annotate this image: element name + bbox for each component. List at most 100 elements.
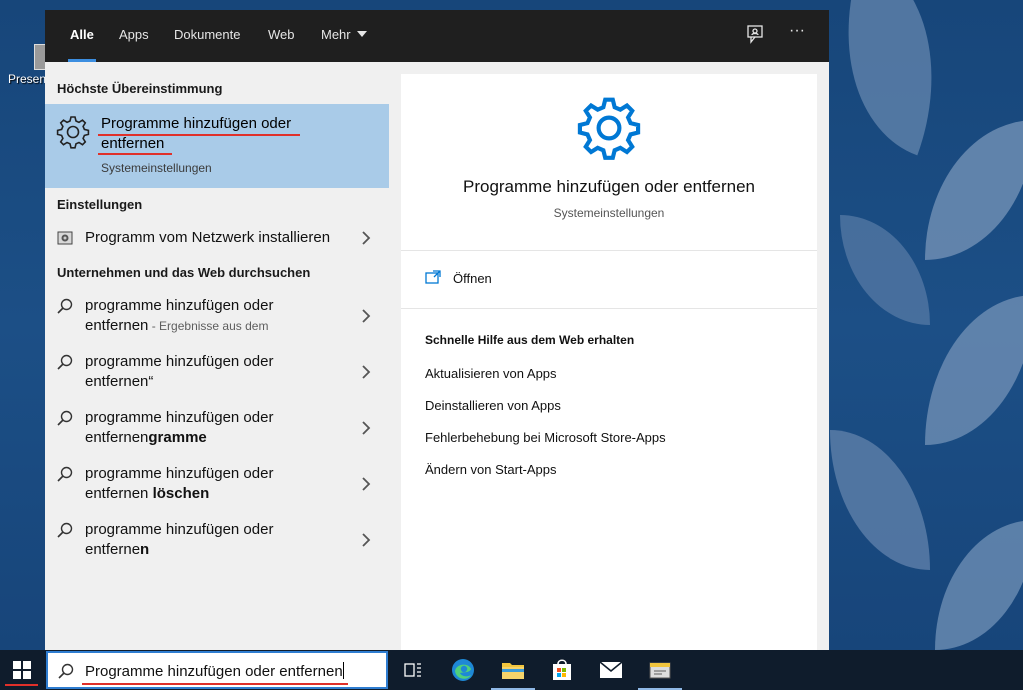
help-link[interactable]: Deinstallieren von Apps <box>425 398 561 413</box>
chevron-right-icon <box>362 477 371 491</box>
settings-app-button[interactable] <box>636 650 684 690</box>
wallpaper-leaf <box>830 430 930 570</box>
edge-button[interactable] <box>439 650 487 690</box>
divider <box>401 250 817 251</box>
web-suggestion[interactable]: programme hinzufügen oder entfernen <box>45 512 389 568</box>
task-view-button[interactable] <box>389 650 437 690</box>
red-underline <box>5 684 38 686</box>
desktop-shortcut-label: Present <box>8 72 50 86</box>
section-settings: Einstellungen <box>57 197 143 212</box>
chevron-right-icon <box>362 231 371 245</box>
file-explorer-icon <box>502 663 524 679</box>
search-icon <box>57 466 73 482</box>
section-best-match: Höchste Übereinstimmung <box>57 81 223 96</box>
chevron-right-icon <box>362 533 371 547</box>
mail-icon <box>599 661 623 678</box>
suggestion-line1: programme hinzufügen oder <box>85 465 274 482</box>
web-suggestion[interactable]: programme hinzufügen oder entfernen lösc… <box>45 456 389 512</box>
tab-web[interactable]: Web <box>268 10 295 62</box>
results-list: Höchste Übereinstimmung Programme hinzuf… <box>45 62 389 650</box>
best-match-result[interactable]: Programme hinzufügen oder entfernen Syst… <box>45 104 389 188</box>
taskbar: Programme hinzufügen oder entfernen <box>0 650 1023 690</box>
preview-subtitle: Systemeinstellungen <box>553 206 665 220</box>
web-suggestion-text: programme hinzufügen oder entfernen“ <box>85 352 345 392</box>
best-match-subtitle: Systemeinstellungen <box>101 161 212 175</box>
wallpaper-leaf <box>935 520 1023 650</box>
web-suggestion-text: programme hinzufügen oder entfernen - Er… <box>85 296 345 336</box>
search-icon <box>57 298 73 314</box>
web-suggestion[interactable]: programme hinzufügen oder entfernengramm… <box>45 400 389 456</box>
search-input-value: Programme hinzufügen oder entfernen <box>85 662 344 680</box>
suggestion-line1: programme hinzufügen oder <box>85 297 274 314</box>
suggestion-bold: n <box>140 541 150 558</box>
web-suggestion-text: programme hinzufügen oder entfernengramm… <box>85 408 345 448</box>
web-suggestion-text: programme hinzufügen oder entfernen lösc… <box>85 464 345 504</box>
help-heading: Schnelle Hilfe aus dem Web erhalten <box>425 333 635 347</box>
store-icon <box>553 659 571 680</box>
chevron-down-icon <box>356 31 367 37</box>
settings-app-icon <box>649 662 671 679</box>
suggestion-line1: programme hinzufügen oder <box>85 409 274 426</box>
search-icon <box>57 522 73 538</box>
suggestion-bold: gramme <box>148 429 207 446</box>
red-underline <box>82 683 348 685</box>
red-underline <box>98 153 172 155</box>
suggestion-line2: entfernen <box>85 485 153 502</box>
preview-pane: Programme hinzufügen oder entfernen Syst… <box>401 74 817 650</box>
suggestion-line2: entfernen <box>85 429 149 446</box>
tab-mehr-label: Mehr <box>321 27 351 42</box>
suggestion-line1: programme hinzufügen oder <box>85 353 274 370</box>
task-view-icon <box>404 663 421 677</box>
feedback-icon[interactable] <box>743 24 767 48</box>
wallpaper-leaf <box>840 215 930 325</box>
more-options-icon[interactable]: ··· <box>785 23 809 48</box>
search-value-text: Programme hinzufügen oder entfernen <box>85 663 343 680</box>
network-install-icon <box>57 231 73 245</box>
gear-icon <box>56 116 90 149</box>
chevron-right-icon <box>362 309 371 323</box>
tab-mehr[interactable]: Mehr <box>321 10 367 62</box>
chevron-right-icon <box>362 365 371 379</box>
suggestion-suffix: - Ergebnisse aus dem <box>148 319 269 333</box>
tab-alle[interactable]: Alle <box>68 10 96 62</box>
start-button[interactable] <box>0 650 45 690</box>
settings-item-network-install[interactable]: Programm vom Netzwerk installieren <box>45 220 389 256</box>
desktop-shortcut[interactable]: Present <box>6 44 49 86</box>
suggestion-line2: entfernen <box>85 317 149 334</box>
mail-button[interactable] <box>587 650 635 690</box>
chevron-right-icon <box>362 421 371 435</box>
search-tabs-bar: Alle Apps Dokumente Web Mehr ··· <box>45 10 829 62</box>
settings-item-label: Programm vom Netzwerk installieren <box>85 229 331 246</box>
wallpaper-leaf <box>804 0 976 156</box>
tab-apps[interactable]: Apps <box>119 10 149 62</box>
tab-dokumente[interactable]: Dokumente <box>174 10 240 62</box>
wallpaper-leaf <box>925 295 1023 445</box>
text-cursor <box>342 662 344 679</box>
search-input[interactable]: Programme hinzufügen oder entfernen <box>46 651 388 689</box>
help-link[interactable]: Fehlerbehebung bei Microsoft Store-Apps <box>425 430 666 445</box>
red-underline <box>98 134 300 136</box>
section-web: Unternehmen und das Web durchsuchen <box>57 265 311 280</box>
search-icon <box>57 354 73 370</box>
suggestion-line1: programme hinzufügen oder <box>85 521 274 538</box>
divider <box>401 308 817 309</box>
edge-icon <box>452 659 474 681</box>
open-label: Öffnen <box>453 271 492 286</box>
suggestion-line2: entferne <box>85 541 141 558</box>
store-button[interactable] <box>538 650 586 690</box>
web-suggestion-text: programme hinzufügen oder entfernen <box>85 520 345 560</box>
wallpaper-leaf <box>925 120 1023 260</box>
search-icon <box>58 663 74 679</box>
preview-title: Programme hinzufügen oder entfernen <box>462 177 755 196</box>
suggestion-bold: löschen <box>152 485 210 502</box>
suggestion-line2: entfernen“ <box>85 373 154 390</box>
windows-logo-icon <box>13 661 31 679</box>
web-suggestion[interactable]: programme hinzufügen oder entfernen - Er… <box>45 288 389 344</box>
search-panel: Alle Apps Dokumente Web Mehr ··· Höchste… <box>45 10 829 650</box>
gear-icon <box>577 97 641 160</box>
web-suggestion[interactable]: programme hinzufügen oder entfernen“ <box>45 344 389 400</box>
help-link[interactable]: Ändern von Start-Apps <box>425 462 557 477</box>
search-icon <box>57 410 73 426</box>
help-link[interactable]: Aktualisieren von Apps <box>425 366 557 381</box>
file-explorer-button[interactable] <box>489 650 537 690</box>
